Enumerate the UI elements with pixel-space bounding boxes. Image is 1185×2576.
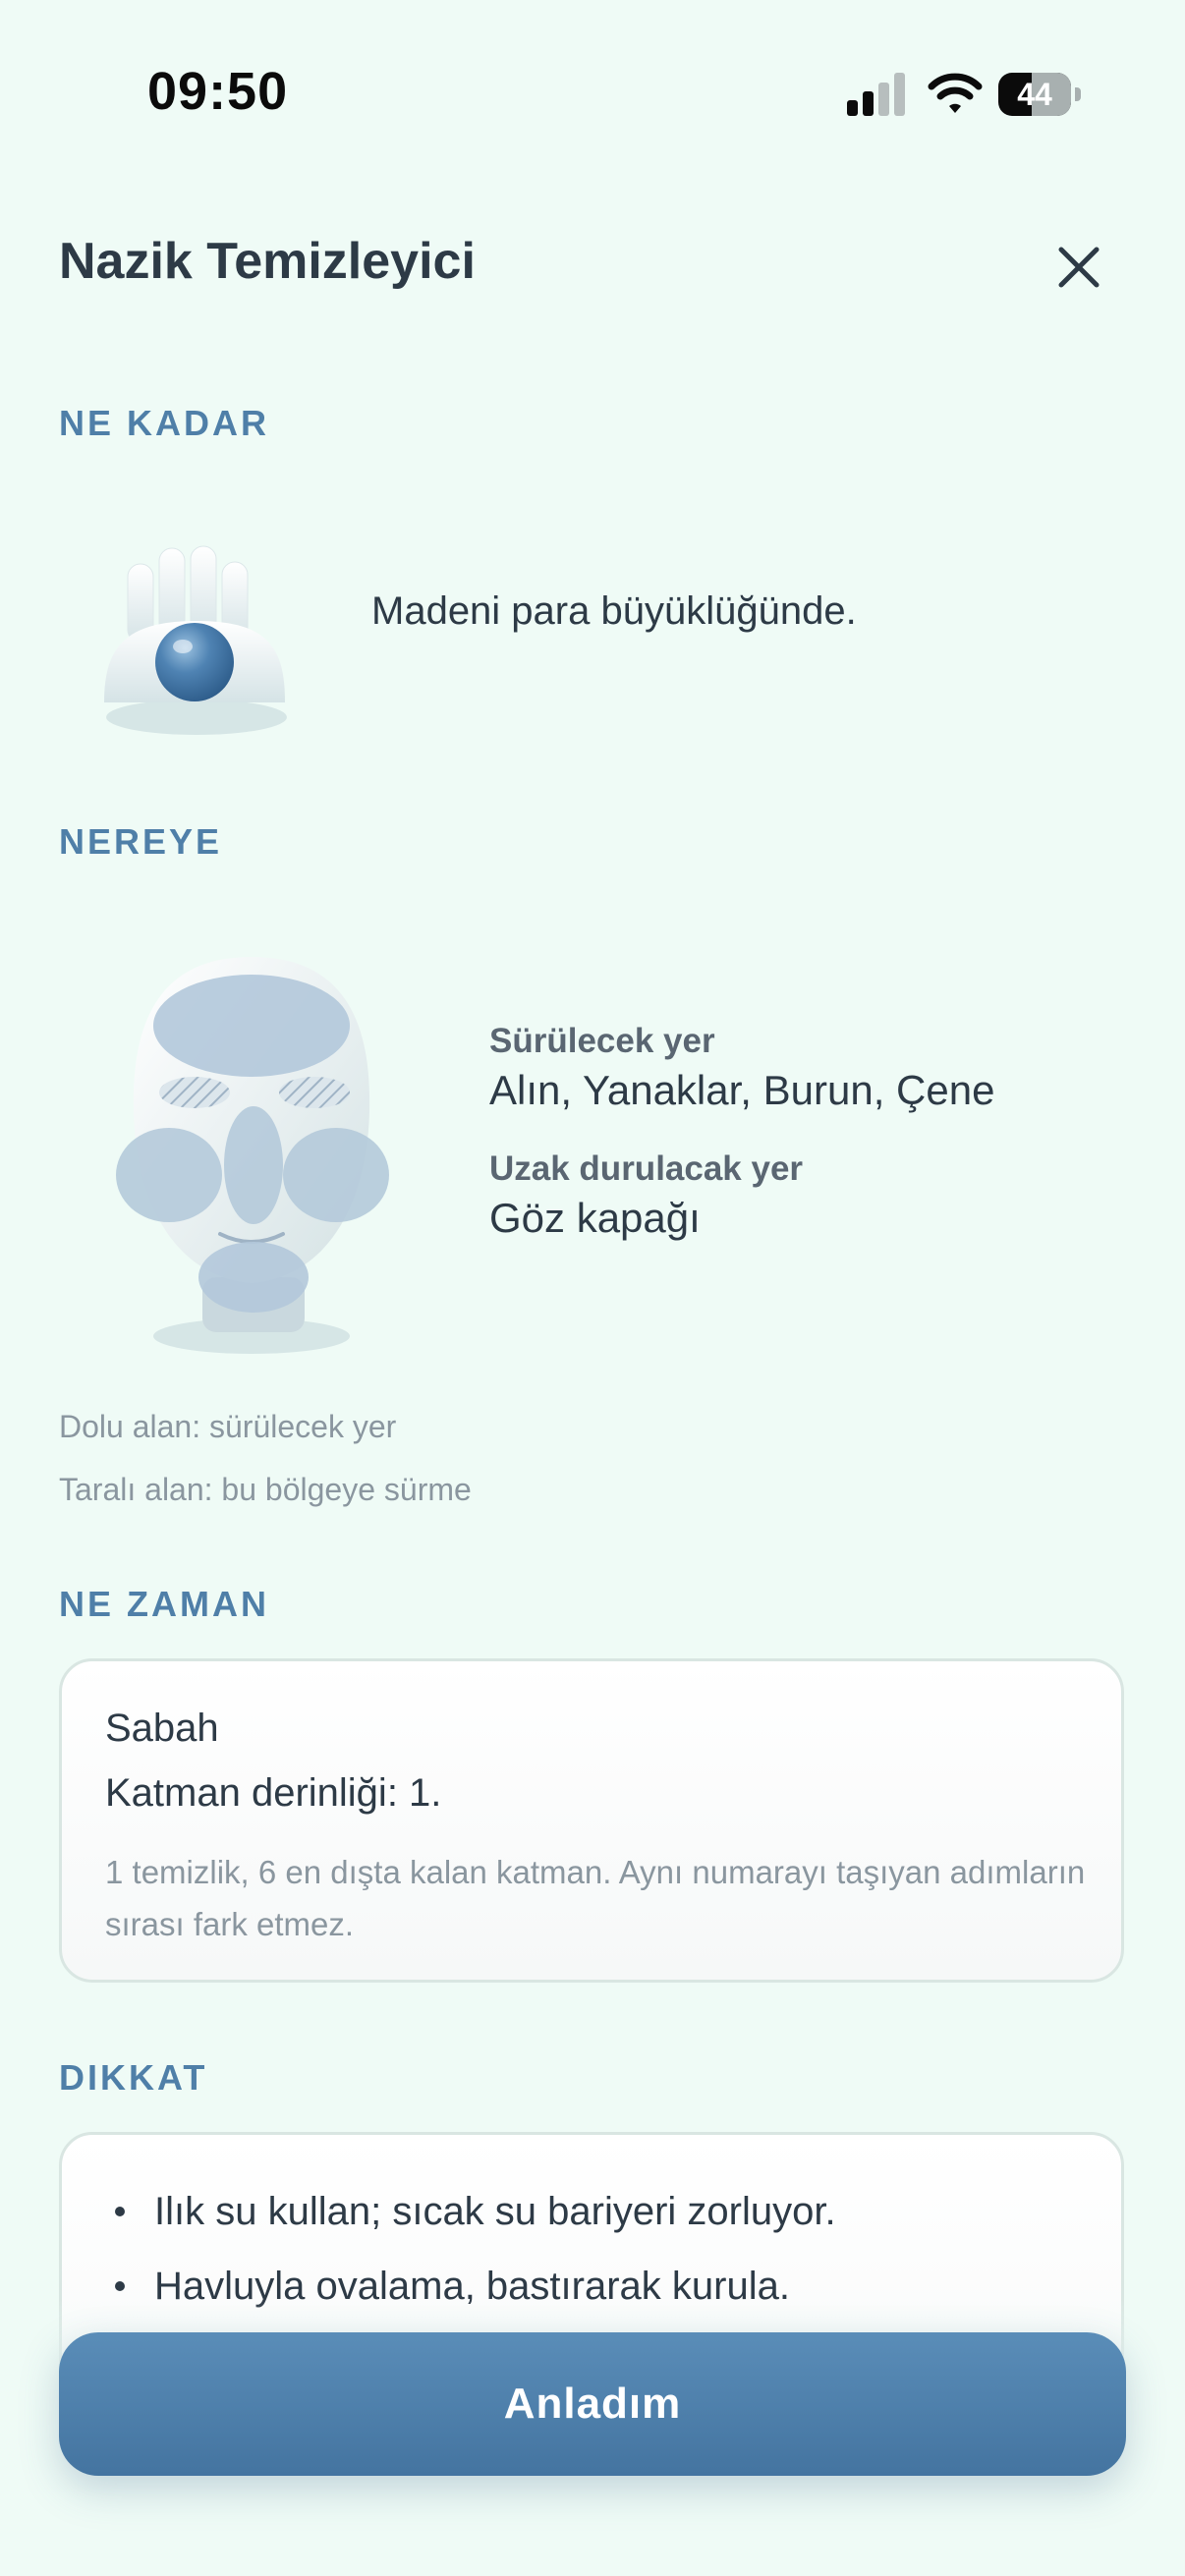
- got-it-button[interactable]: Anladım: [59, 2332, 1126, 2476]
- bullet-icon: [115, 2281, 125, 2291]
- page-title: Nazik Temizleyici: [59, 233, 476, 290]
- section-title-when: NE ZAMAN: [59, 1584, 269, 1624]
- layer-depth: Katman derinliği: 1.: [105, 1771, 442, 1815]
- when-time: Sabah: [105, 1707, 219, 1750]
- wifi-icon: [928, 73, 983, 113]
- apply-label: Sürülecek yer: [489, 1022, 715, 1060]
- status-time: 09:50: [147, 62, 289, 121]
- section-title-caution: DIKKAT: [59, 2057, 208, 2098]
- application-zones: Sürülecek yer Alın, Yanaklar, Burun, Çen…: [489, 1022, 994, 1242]
- face-zones-illustration: [116, 957, 389, 1354]
- section-title-amount: NE KADAR: [59, 403, 270, 443]
- palm-amount-illustration: [104, 545, 287, 735]
- apply-value: Alın, Yanaklar, Burun, Çene: [489, 1067, 995, 1113]
- caution-item-text: Ilık su kullan; sıcak su bariyeri zorluy…: [154, 2189, 836, 2233]
- cellular-signal-icon: [847, 73, 905, 116]
- layer-note: 1 temizlik, 6 en dışta kalan katman. Ayn…: [105, 1854, 1086, 1942]
- status-bar: 09:50 44: [0, 0, 1185, 187]
- battery-icon: 44: [998, 73, 1081, 116]
- when-card: Sabah Katman derinliği: 1. 1 temizlik, 6…: [59, 1658, 1124, 1983]
- list-item: Ilık su kullan; sıcak su bariyeri zorluy…: [105, 2174, 836, 2249]
- amount-text: Madeni para büyüklüğünde.: [371, 589, 857, 633]
- battery-level: 44: [1017, 77, 1052, 112]
- close-icon[interactable]: [1049, 238, 1108, 297]
- avoid-label: Uzak durulacak yer: [489, 1149, 804, 1188]
- legend-filled: Dolu alan: sürülecek yer: [59, 1409, 397, 1444]
- avoid-value: Göz kapağı: [489, 1195, 701, 1241]
- bullet-icon: [115, 2207, 125, 2216]
- legend-hatched: Taralı alan: bu bölgeye sürme: [59, 1472, 472, 1507]
- section-title-where: NEREYE: [59, 821, 223, 862]
